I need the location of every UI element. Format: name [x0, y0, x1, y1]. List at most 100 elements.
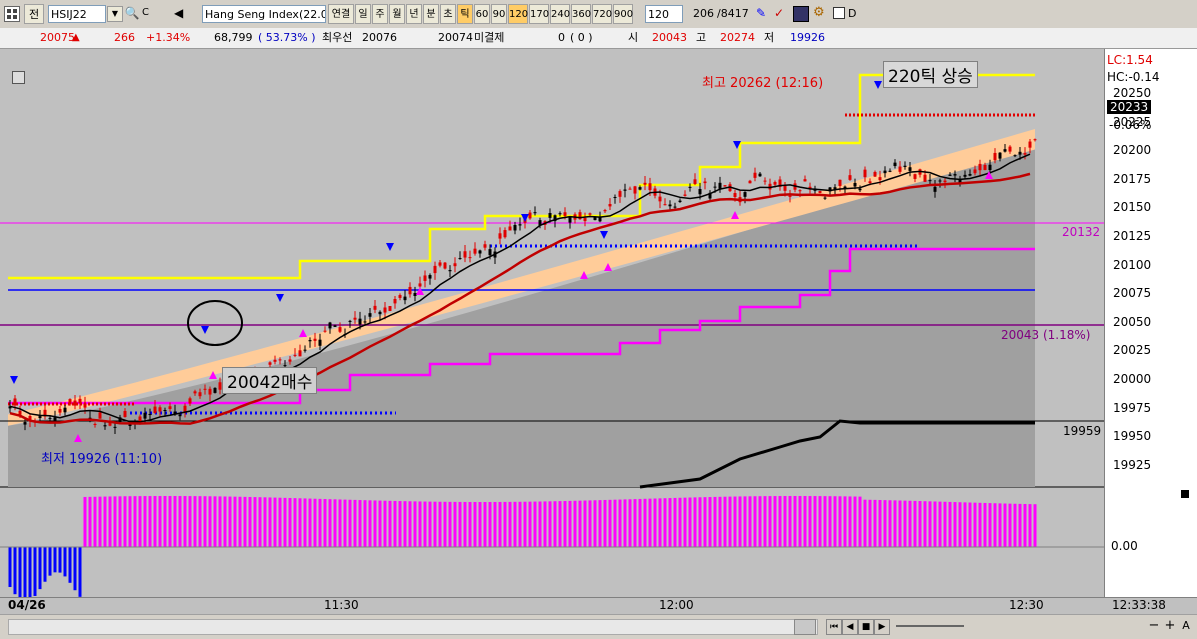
save-icon[interactable] — [793, 6, 809, 22]
period-button-4[interactable]: 월 — [389, 4, 405, 24]
rise-annotation: 220틱 상승 — [883, 61, 978, 88]
chart-menu-icon[interactable] — [12, 71, 25, 84]
oscillator-bar — [754, 496, 757, 547]
period-button-12[interactable]: 170 — [529, 4, 549, 24]
candle-body — [629, 189, 632, 190]
oscillator-bar — [724, 497, 727, 547]
period-button-9[interactable]: 60 — [474, 4, 490, 24]
oscillator-bar — [114, 496, 117, 547]
oscillator-bar — [554, 501, 557, 547]
oscillator-bar — [169, 496, 172, 547]
symbol-code-input[interactable]: HSIJ22 — [48, 5, 106, 23]
oscillator-bar — [1014, 504, 1017, 547]
settings-icon[interactable]: ⚙ — [813, 6, 829, 22]
period-button-7[interactable]: 초 — [440, 4, 456, 24]
candle-body — [924, 175, 927, 182]
period-button-15[interactable]: 720 — [592, 4, 612, 24]
oscillator-bar — [19, 547, 22, 597]
period-button-8[interactable]: 틱 — [457, 4, 473, 24]
period-button-3[interactable]: 주 — [372, 4, 388, 24]
checkmark-icon[interactable]: ✓ — [774, 6, 790, 22]
candle-body — [639, 187, 642, 190]
oscillator-bar — [784, 496, 787, 547]
oscillator-bar — [454, 502, 457, 547]
oscillator-bar — [694, 497, 697, 547]
price-tick-label: 20100 — [1113, 258, 1151, 272]
period-button-11[interactable]: 120 — [508, 4, 528, 24]
oscillator-bar — [404, 501, 407, 547]
candle-body — [169, 406, 172, 409]
period-button-6[interactable]: 분 — [423, 4, 439, 24]
candle-body — [424, 275, 427, 280]
scroll-first-icon[interactable]: ⏮ — [826, 619, 842, 635]
open-price: 20043 — [652, 30, 687, 46]
oscillator-bar — [479, 502, 482, 547]
candle-body — [759, 174, 762, 177]
oscillator-bar — [979, 503, 982, 547]
low-label: 저 — [764, 30, 774, 46]
oscillator-bar — [59, 547, 62, 573]
switch-icon[interactable]: C — [142, 6, 158, 22]
period-button-13[interactable]: 240 — [550, 4, 570, 24]
candle-body — [209, 389, 212, 395]
count-current-field[interactable]: 206 — [686, 5, 716, 23]
period-button-2[interactable]: 일 — [355, 4, 371, 24]
candle-body — [79, 399, 82, 403]
oscillator-bar — [179, 496, 182, 547]
dropdown-arrow-icon[interactable]: ▼ — [107, 6, 123, 22]
candle-body — [324, 331, 327, 332]
candle-body — [514, 225, 517, 230]
price-chart[interactable]: 220틱 상승 최고 20262 (12:16) 최저 19926 (11:10… — [0, 49, 1104, 597]
oscillator-bar — [379, 501, 382, 547]
candle-body — [609, 204, 612, 206]
candle-body — [374, 306, 377, 310]
oscillator-bar — [599, 500, 602, 547]
oscillator-bar — [44, 547, 47, 582]
tick-value-input[interactable]: 120 — [645, 5, 683, 23]
oscillator-bar — [229, 497, 232, 547]
zoom-out-icon[interactable]: − — [1146, 619, 1162, 635]
d-checkbox[interactable] — [833, 7, 845, 19]
period-button-5[interactable]: 년 — [406, 4, 422, 24]
chart-tools-icon[interactable]: ✎ — [756, 6, 772, 22]
period-button-16[interactable]: 900 — [613, 4, 633, 24]
oscillator-bar — [109, 496, 112, 547]
candle-body — [74, 401, 77, 406]
candle-body — [339, 327, 342, 332]
oscillator-bar — [384, 501, 387, 547]
oscillator-bar — [469, 502, 472, 547]
scroll-prev-icon[interactable]: ◀ — [842, 619, 858, 635]
search-icon[interactable]: 🔍 — [124, 6, 140, 22]
candle-body — [784, 186, 787, 191]
chart-canvas[interactable] — [0, 49, 1104, 597]
scroll-thumb[interactable] — [794, 619, 816, 635]
period-button-1[interactable]: 연결 — [328, 4, 354, 24]
speaker-icon[interactable]: ◀ — [174, 6, 190, 22]
price-tick-label: 19950 — [1113, 429, 1151, 443]
grid-menu-icon[interactable] — [4, 6, 20, 22]
oscillator-bar — [924, 501, 927, 547]
oscillator-bar — [464, 502, 467, 547]
oscillator-bar — [414, 501, 417, 547]
oscillator-bar — [424, 502, 427, 547]
candle-body — [989, 165, 992, 170]
oscillator-bar — [64, 547, 67, 576]
period-button-14[interactable]: 360 — [571, 4, 591, 24]
oscillator-bar — [619, 500, 622, 547]
zoom-slider[interactable] — [896, 625, 964, 627]
auto-scale-icon[interactable]: A — [1178, 619, 1194, 635]
candle-body — [949, 175, 952, 176]
scroll-next-icon[interactable]: ▶ — [874, 619, 890, 635]
oscillator-bar — [674, 498, 677, 547]
zoom-in-icon[interactable]: + — [1162, 619, 1178, 635]
period-button-10[interactable]: 90 — [491, 4, 507, 24]
oscillator-bar — [549, 501, 552, 547]
scroll-track[interactable] — [8, 619, 818, 635]
candle-body — [69, 399, 72, 404]
jeon-button[interactable]: 전 — [24, 4, 44, 24]
stop-icon[interactable]: ■ — [858, 619, 874, 635]
scroll-bar[interactable]: ⏮ ◀ ■ ▶ − + A — [0, 614, 1197, 639]
oscillator-bar — [799, 496, 802, 547]
oscillator-bar — [939, 502, 942, 547]
panel-close-icon[interactable] — [1181, 490, 1189, 498]
